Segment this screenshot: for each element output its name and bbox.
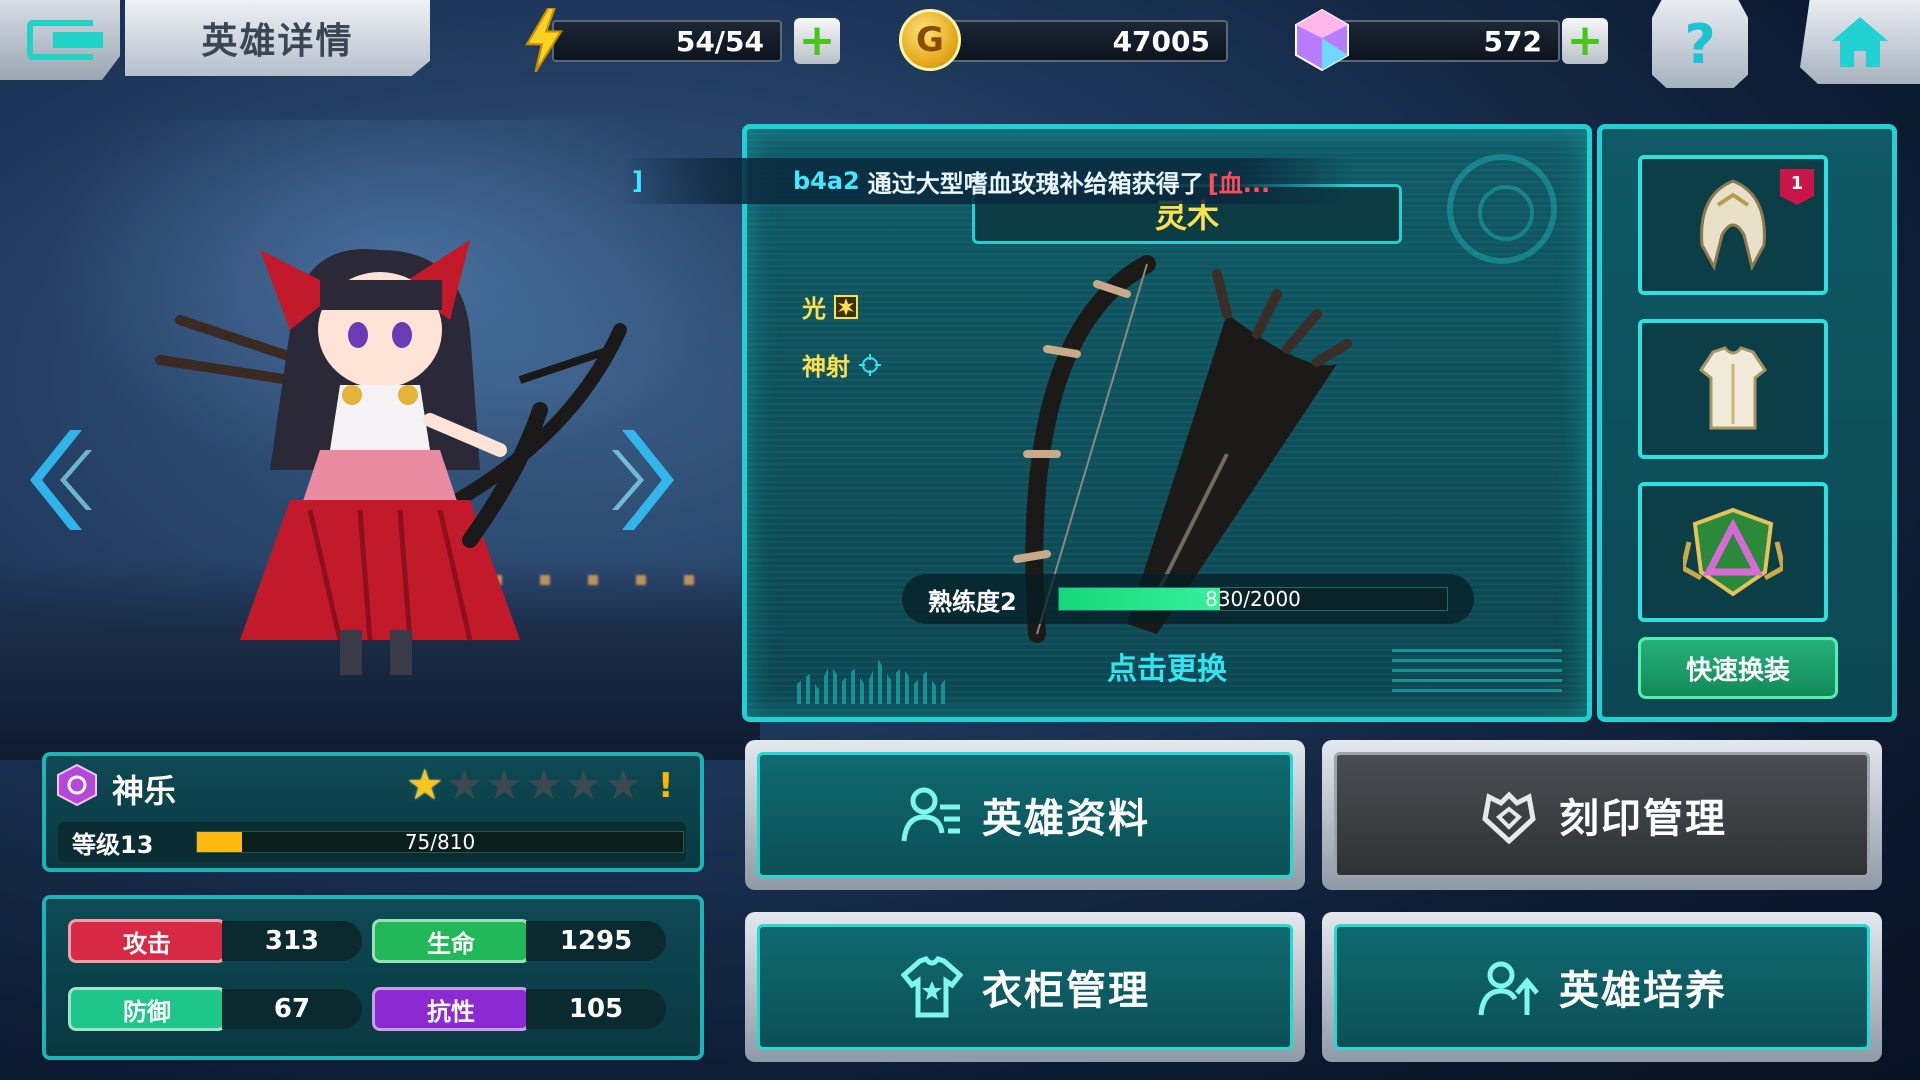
hero-star-rating: ★ ★ ★ ★ ★ ★ [406,762,642,808]
star-empty-icon: ★ [485,760,523,809]
gem-resource: 572 + [1290,8,1630,72]
star-filled-icon: ★ [406,760,444,809]
engrave-manage-button-face: 刻印管理 [1334,752,1870,878]
equipment-slot-armor[interactable] [1638,319,1828,459]
wardrobe-manage-button[interactable]: 衣柜管理 [745,912,1305,1062]
headgear-icon [1700,179,1766,272]
weapon-type-label: 神射 [802,353,850,381]
stat-hp: 生命 1295 [372,919,666,963]
top-bar: 英雄详情 54/54 + 47005 G 572 + ? [0,0,1920,95]
gem-value: 572 [1483,24,1542,58]
broadcast-bracket: ] [632,167,643,195]
level-up-profile-icon [1478,961,1539,1016]
hero-train-label: 英雄培养 [1559,968,1727,1014]
home-icon [1832,17,1888,67]
stat-attack: 攻击 313 [68,919,362,963]
decorative-ring [1447,154,1557,264]
broadcast-banner: ] b4a2 通过大型嗜血玫瑰补给箱获得了 [血... [620,158,1350,204]
add-energy-button[interactable]: + [794,18,840,64]
wardrobe-manage-button-face: 衣柜管理 [757,924,1293,1050]
hero-stats-panel: 攻击 313 生命 1295 防御 67 抗性 105 [42,895,704,1060]
resist-label: 抗性 [372,987,530,1031]
gold-resource: 47005 G [898,9,1238,71]
exp-track: 75/810 [196,830,684,854]
engrave-emblem-icon [1482,791,1536,845]
back-button[interactable] [0,0,120,80]
chevron-right-icon [612,430,674,530]
gold-coin-icon: G [898,8,962,72]
attack-label: 攻击 [68,919,226,963]
equipment-slot-emblem[interactable] [1638,482,1828,622]
hero-name-panel: 神乐 ★ ★ ★ ★ ★ ★ ! 等级13 75/810 [42,752,704,872]
page-title-plate: 英雄详情 [125,0,430,76]
star-upgrade-alert-icon[interactable]: ! [658,766,674,806]
hero-train-button-face: 英雄培养 [1334,924,1870,1050]
replace-weapon-button[interactable]: 点击更换 [747,644,1587,688]
broadcast-message: 通过大型嗜血玫瑰补给箱获得了 [867,169,1204,198]
engrave-manage-button[interactable]: 刻印管理 [1322,740,1882,890]
sun-icon [834,294,858,319]
next-hero-button[interactable] [612,420,682,540]
stat-resist: 抗性 105 [372,987,666,1031]
resist-value: 105 [526,989,666,1029]
equipment-panel: 1 快速换装 [1597,124,1897,722]
back-arrow-icon [27,20,103,60]
shirt-icon [900,956,964,1018]
wardrobe-manage-label: 衣柜管理 [982,968,1150,1014]
home-button[interactable] [1800,0,1920,84]
energy-value: 54/54 [675,24,764,58]
element-label: 光 [802,295,826,323]
hp-value: 1295 [526,921,666,961]
quick-equip-button[interactable]: 快速换装 [1638,637,1838,699]
proficiency-label: 熟练度2 [928,587,1017,616]
page-title: 英雄详情 [201,21,354,62]
exp-value: 75/810 [404,830,476,854]
defense-value: 67 [222,989,362,1029]
star-empty-icon: ★ [524,760,563,809]
hp-label: 生命 [372,919,530,963]
energy-track: 54/54 [552,20,782,62]
hero-info-label: 英雄资料 [982,796,1150,842]
chevron-left-icon [30,430,92,530]
question-icon: ? [1684,12,1716,76]
hero-class-icon [57,764,97,806]
profile-icon [901,787,960,842]
hero-info-button[interactable]: 英雄资料 [745,740,1305,890]
crosshair-icon [858,353,882,377]
armor-icon [1698,346,1768,430]
star-empty-icon: ★ [564,760,603,809]
proficiency-value: 830/2000 [1205,587,1301,611]
star-empty-icon: ★ [604,760,642,809]
gold-track: 47005 [938,20,1228,62]
attack-value: 313 [222,921,362,961]
previous-hero-button[interactable] [22,420,92,540]
help-button[interactable]: ? [1652,0,1748,88]
new-badge: 1 [1780,169,1814,205]
broadcast-player: b4a2 [792,167,860,195]
weapon-type: 神射 [802,347,882,382]
proficiency-track: 830/2000 [1058,587,1448,611]
gold-value: 47005 [1112,24,1210,58]
hero-train-button[interactable]: 英雄培养 [1322,912,1882,1062]
level-row: 等级13 75/810 [58,822,686,862]
stat-defense: 防御 67 [68,987,362,1031]
defense-label: 防御 [68,987,226,1031]
weapon-panel: 灵木 光 神射 熟练度2 830/2000 点击更换 [742,124,1592,722]
add-gem-button[interactable]: + [1562,18,1608,64]
hero-info-button-face: 英雄资料 [757,752,1293,878]
equipment-slot-headgear[interactable]: 1 [1638,155,1828,295]
gem-icon [1290,8,1354,72]
star-empty-icon: ★ [445,760,484,809]
gem-track: 572 [1330,20,1560,62]
lightning-icon [512,8,576,72]
hero-name: 神乐 [112,772,177,810]
broadcast-item: [血... [1207,169,1271,198]
engrave-manage-label: 刻印管理 [1559,796,1727,842]
weapon-element: 光 [802,289,858,324]
level-label: 等级13 [72,830,154,859]
energy-resource: 54/54 + [512,8,842,72]
proficiency-bar: 熟练度2 830/2000 [902,574,1474,624]
emblem-icon [1683,507,1783,597]
